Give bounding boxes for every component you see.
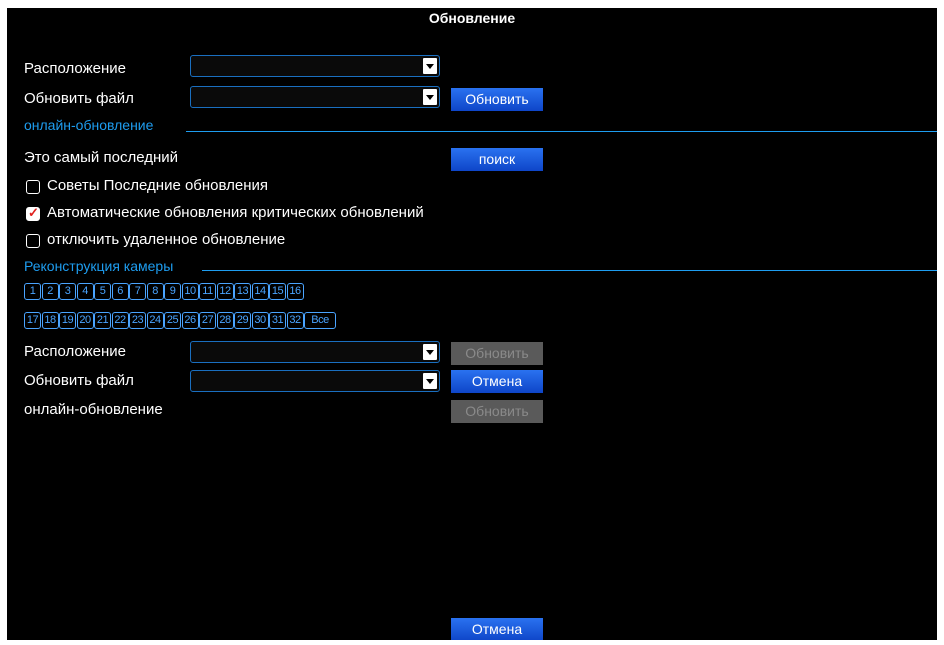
camera-channel-11[interactable]: 11 bbox=[199, 283, 216, 300]
camera-channel-27[interactable]: 27 bbox=[199, 312, 216, 329]
camera-cancel-button[interactable]: Отмена bbox=[451, 370, 543, 393]
camera-channel-4[interactable]: 4 bbox=[76, 283, 94, 300]
camera-section-title: Реконструкция камеры bbox=[24, 258, 174, 274]
camera-channel-30[interactable]: 30 bbox=[251, 312, 269, 329]
camera-channel-23[interactable]: 23 bbox=[129, 312, 146, 329]
camera-channel-15[interactable]: 15 bbox=[269, 283, 286, 300]
camera-channel-5[interactable]: 5 bbox=[94, 283, 111, 300]
location-select[interactable] bbox=[190, 55, 440, 77]
camera-channel-13[interactable]: 13 bbox=[234, 283, 251, 300]
update-button[interactable]: Обновить bbox=[451, 88, 543, 111]
camera-channel-10[interactable]: 10 bbox=[181, 283, 199, 300]
cancel-button[interactable]: Отмена bbox=[451, 618, 543, 640]
camera-channel-6[interactable]: 6 bbox=[111, 283, 129, 300]
camera-channel-25[interactable]: 25 bbox=[164, 312, 181, 329]
camera-channel-12[interactable]: 12 bbox=[216, 283, 234, 300]
search-button[interactable]: поиск bbox=[451, 148, 543, 171]
chevron-down-icon[interactable] bbox=[423, 58, 437, 74]
dialog-title: Обновление bbox=[428, 10, 516, 26]
camera-channel-32[interactable]: 32 bbox=[286, 312, 304, 329]
chevron-down-icon[interactable] bbox=[423, 373, 437, 389]
camera-channel-14[interactable]: 14 bbox=[251, 283, 269, 300]
location-label: Расположение bbox=[24, 60, 126, 77]
camera-file-label: Обновить файл bbox=[24, 372, 134, 389]
camera-channel-26[interactable]: 26 bbox=[181, 312, 199, 329]
upgrade-dialog: Обновление Расположение Обновить файл Об… bbox=[7, 8, 937, 640]
chevron-down-icon[interactable] bbox=[423, 344, 437, 360]
camera-channel-18[interactable]: 18 bbox=[41, 312, 59, 329]
camera-channel-16[interactable]: 16 bbox=[286, 283, 304, 300]
camera-channel-20[interactable]: 20 bbox=[76, 312, 94, 329]
camera-channel-21[interactable]: 21 bbox=[94, 312, 111, 329]
camera-channel-29[interactable]: 29 bbox=[234, 312, 251, 329]
camera-channel-24[interactable]: 24 bbox=[146, 312, 164, 329]
section-divider bbox=[202, 270, 937, 271]
camera-channel-all[interactable]: Все bbox=[304, 312, 336, 329]
camera-location-select[interactable] bbox=[190, 341, 440, 363]
upgrade-file-label: Обновить файл bbox=[24, 90, 134, 107]
camera-location-label: Расположение bbox=[24, 343, 126, 360]
online-status-text: Это самый последний bbox=[24, 149, 178, 166]
camera-channel-8[interactable]: 8 bbox=[146, 283, 164, 300]
camera-online-update-button[interactable]: Обновить bbox=[451, 400, 543, 423]
section-divider bbox=[186, 131, 937, 132]
camera-channel-3[interactable]: 3 bbox=[59, 283, 76, 300]
camera-channel-2[interactable]: 2 bbox=[41, 283, 59, 300]
upgrade-file-select[interactable] bbox=[190, 86, 440, 108]
camera-channel-31[interactable]: 31 bbox=[269, 312, 286, 329]
checkbox-label-auto: Автоматические обновления критических об… bbox=[47, 204, 424, 221]
camera-online-label: онлайн-обновление bbox=[24, 401, 163, 418]
camera-update-button[interactable]: Обновить bbox=[451, 342, 543, 365]
checkbox-label-tips: Советы Последние обновления bbox=[47, 177, 269, 194]
camera-channel-28[interactable]: 28 bbox=[216, 312, 234, 329]
camera-file-select[interactable] bbox=[190, 370, 440, 392]
camera-channel-19[interactable]: 19 bbox=[59, 312, 76, 329]
camera-channel-7[interactable]: 7 bbox=[129, 283, 146, 300]
checkbox-disable-remote[interactable] bbox=[26, 234, 40, 248]
online-section-title: онлайн-обновление bbox=[24, 117, 154, 133]
camera-channel-22[interactable]: 22 bbox=[111, 312, 129, 329]
camera-channel-17[interactable]: 17 bbox=[24, 312, 41, 329]
checkbox-auto-critical[interactable] bbox=[26, 205, 40, 221]
camera-channel-1[interactable]: 1 bbox=[24, 283, 41, 300]
checkbox-label-disable-remote: отключить удаленное обновление bbox=[47, 231, 286, 248]
checkbox-tips-latest[interactable] bbox=[26, 180, 40, 194]
chevron-down-icon[interactable] bbox=[423, 89, 437, 105]
camera-channel-9[interactable]: 9 bbox=[164, 283, 181, 300]
